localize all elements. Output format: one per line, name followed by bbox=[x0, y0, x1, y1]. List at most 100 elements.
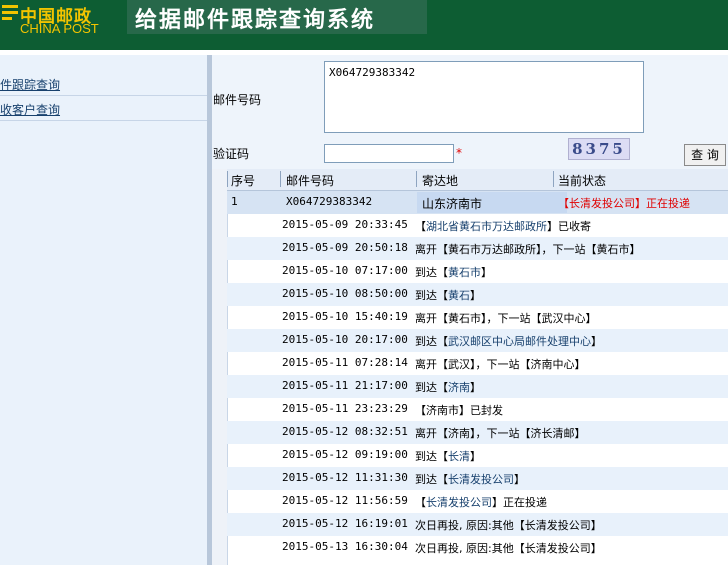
event-location-link[interactable]: 黄石市 bbox=[448, 266, 481, 279]
table-row[interactable]: 2015-05-12 11:56:59 【长清发投公司】正在投递 bbox=[227, 490, 728, 513]
event-text-suffix: 】正在投递 bbox=[492, 496, 547, 509]
event-time: 2015-05-10 07:17:00 bbox=[282, 264, 408, 277]
event-text-prefix: 【济南市】已封发 bbox=[415, 404, 503, 417]
column-header-status: 当前状态 bbox=[558, 174, 607, 188]
event-text-prefix: 到达【 bbox=[415, 473, 448, 486]
table-row[interactable]: 2015-05-11 21:17:00 到达【济南】 bbox=[227, 375, 728, 398]
event-time: 2015-05-12 08:32:51 bbox=[282, 425, 408, 438]
event-time: 2015-05-11 23:23:29 bbox=[282, 402, 408, 415]
tracking-results-table: 序号 邮件号码 寄达地 当前状态 1 X064729383342 山东济南市 【… bbox=[212, 169, 728, 565]
event-time: 2015-05-11 21:17:00 bbox=[282, 379, 408, 392]
event-description: 到达【武汉邮区中心局邮件处理中心】 bbox=[415, 333, 602, 349]
column-header-destination: 寄达地 bbox=[422, 174, 459, 188]
event-time: 2015-05-12 11:31:30 bbox=[282, 471, 408, 484]
event-description: 到达【长清】 bbox=[415, 448, 481, 464]
logo-english-text: CHINA POST bbox=[20, 21, 99, 36]
event-text-suffix: 】 bbox=[470, 289, 481, 302]
event-description: 离开【济南】，下一站【济长清邮】 bbox=[415, 425, 586, 441]
table-row[interactable]: 2015-05-12 09:19:00 到达【长清】 bbox=[227, 444, 728, 467]
title-panel: 给据邮件跟踪查询系统 bbox=[127, 0, 427, 34]
event-time: 2015-05-10 20:17:00 bbox=[282, 333, 408, 346]
table-row[interactable]: 2015-05-12 11:31:30 到达【长清发投公司】 bbox=[227, 467, 728, 490]
event-description: 到达【济南】 bbox=[415, 379, 481, 395]
app-title: 给据邮件跟踪查询系统 bbox=[135, 7, 376, 33]
sidebar-item-label[interactable]: 收客户查询 bbox=[0, 101, 60, 118]
column-header-index: 序号 bbox=[231, 174, 256, 188]
table-row[interactable]: 2015-05-09 20:33:45 【湖北省黄石市万达邮政所】已收寄 bbox=[227, 214, 728, 237]
table-row[interactable]: 2015-05-12 08:32:51 离开【济南】，下一站【济长清邮】 bbox=[227, 421, 728, 444]
event-time: 2015-05-11 07:28:14 bbox=[282, 356, 408, 369]
sidebar: 件跟踪查询 收客户查询 bbox=[0, 55, 207, 565]
event-time: 2015-05-10 08:50:00 bbox=[282, 287, 408, 300]
event-text-prefix: 到达【 bbox=[415, 289, 448, 302]
event-location-link[interactable]: 长清 bbox=[448, 450, 470, 463]
event-text-suffix: 】 bbox=[591, 335, 602, 348]
event-text-prefix: 次日再投, 原因:其他【长清发投公司】 bbox=[415, 542, 602, 555]
event-description: 离开【黄石市万达邮政所】，下一站【黄石市】 bbox=[415, 241, 641, 257]
column-divider bbox=[280, 171, 281, 187]
event-text-prefix: 次日再投, 原因:其他【长清发投公司】 bbox=[415, 519, 602, 532]
event-text-prefix: 离开【武汉】，下一站【济南中心】 bbox=[415, 358, 586, 371]
table-row[interactable]: 2015-05-09 20:50:18 离开【黄石市万达邮政所】，下一站【黄石市】 bbox=[227, 237, 728, 260]
event-time: 2015-05-13 16:30:04 bbox=[282, 540, 408, 553]
event-description: 离开【武汉】，下一站【济南中心】 bbox=[415, 356, 586, 372]
table-row[interactable]: 2015-05-11 23:23:29 【济南市】已封发 bbox=[227, 398, 728, 421]
table-row[interactable]: 2015-05-10 07:17:00 到达【黄石市】 bbox=[227, 260, 728, 283]
event-text-prefix: 到达【 bbox=[415, 450, 448, 463]
event-text-prefix: 离开【黄石市】，下一站【武汉中心】 bbox=[415, 312, 597, 325]
sidebar-item-label[interactable]: 件跟踪查询 bbox=[0, 76, 60, 93]
event-text-suffix: 】 bbox=[470, 381, 481, 394]
event-time: 2015-05-10 15:40:19 bbox=[282, 310, 408, 323]
tracking-number-label: 邮件号码 bbox=[213, 93, 262, 107]
table-header: 序号 邮件号码 寄达地 当前状态 bbox=[227, 169, 728, 191]
event-description: 【长清发投公司】正在投递 bbox=[415, 494, 547, 510]
china-post-logo[interactable]: 中国邮政 CHINA POST bbox=[0, 0, 116, 40]
table-row[interactable]: 2015-05-10 20:17:00 到达【武汉邮区中心局邮件处理中心】 bbox=[227, 329, 728, 352]
sidebar-item-customer-query[interactable]: 收客户查询 bbox=[0, 98, 207, 121]
summary-row[interactable]: 1 X064729383342 山东济南市 【长清发投公司】正在投递 bbox=[227, 191, 728, 214]
required-mark: * bbox=[456, 146, 462, 160]
column-divider bbox=[227, 171, 228, 187]
summary-number: X064729383342 bbox=[286, 195, 373, 208]
event-time: 2015-05-12 11:56:59 bbox=[282, 494, 408, 507]
event-description: 到达【黄石】 bbox=[415, 287, 481, 303]
event-description: 次日再投, 原因:其他【长清发投公司】 bbox=[415, 517, 602, 533]
event-text-prefix: 离开【黄石市万达邮政所】，下一站【黄石市】 bbox=[415, 243, 641, 256]
event-description: 到达【黄石市】 bbox=[415, 264, 492, 280]
event-time: 2015-05-09 20:33:45 bbox=[282, 218, 408, 231]
query-button[interactable]: 查 询 bbox=[684, 144, 726, 166]
event-description: 到达【长清发投公司】 bbox=[415, 471, 525, 487]
event-description: 【湖北省黄石市万达邮政所】已收寄 bbox=[415, 218, 591, 234]
summary-status: 【长清发投公司】正在投递 bbox=[558, 197, 690, 210]
event-time: 2015-05-09 20:50:18 bbox=[282, 241, 408, 254]
table-row[interactable]: 2015-05-10 08:50:00 到达【黄石】 bbox=[227, 283, 728, 306]
event-location-link[interactable]: 济南 bbox=[448, 381, 470, 394]
event-description: 【济南市】已封发 bbox=[415, 402, 503, 418]
table-row[interactable]: 2015-05-13 16:30:04 次日再投, 原因:其他【长清发投公司】 bbox=[227, 536, 728, 559]
event-text-prefix: 到达【 bbox=[415, 266, 448, 279]
table-row[interactable]: 2015-05-11 07:28:14 离开【武汉】，下一站【济南中心】 bbox=[227, 352, 728, 375]
table-row[interactable]: 2015-05-12 16:19:01 次日再投, 原因:其他【长清发投公司】 bbox=[227, 513, 728, 536]
column-divider bbox=[416, 171, 417, 187]
event-location-link[interactable]: 黄石 bbox=[448, 289, 470, 302]
event-text-prefix: 离开【济南】，下一站【济长清邮】 bbox=[415, 427, 586, 440]
main-panel: 邮件号码 X064729383342 验证码 * 8375 查 询 序号 邮件号… bbox=[212, 55, 728, 565]
query-form: 邮件号码 X064729383342 验证码 * 8375 查 询 bbox=[212, 55, 728, 169]
event-location-link[interactable]: 长清发投公司 bbox=[426, 496, 492, 509]
event-text-suffix: 】 bbox=[470, 450, 481, 463]
header-bar: 中国邮政 CHINA POST 给据邮件跟踪查询系统 bbox=[0, 0, 728, 50]
event-description: 次日再投, 原因:其他【长清发投公司】 bbox=[415, 540, 602, 556]
event-time: 2015-05-12 09:19:00 bbox=[282, 448, 408, 461]
tracking-number-field[interactable]: X064729383342 bbox=[324, 61, 644, 133]
table-row[interactable]: 2015-05-10 15:40:19 离开【黄石市】，下一站【武汉中心】 bbox=[227, 306, 728, 329]
event-location-link[interactable]: 长清发投公司 bbox=[448, 473, 514, 486]
captcha-input[interactable] bbox=[324, 144, 454, 163]
event-text-prefix: 到达【 bbox=[415, 335, 448, 348]
event-location-link[interactable]: 武汉邮区中心局邮件处理中心 bbox=[448, 335, 591, 348]
summary-destination: 山东济南市 bbox=[422, 197, 483, 211]
event-location-link[interactable]: 湖北省黄石市万达邮政所 bbox=[426, 220, 547, 233]
summary-index: 1 bbox=[231, 195, 238, 208]
sidebar-item-mail-tracking[interactable]: 件跟踪查询 bbox=[0, 73, 207, 96]
column-divider bbox=[553, 171, 554, 187]
event-text-prefix: 【 bbox=[415, 220, 426, 233]
